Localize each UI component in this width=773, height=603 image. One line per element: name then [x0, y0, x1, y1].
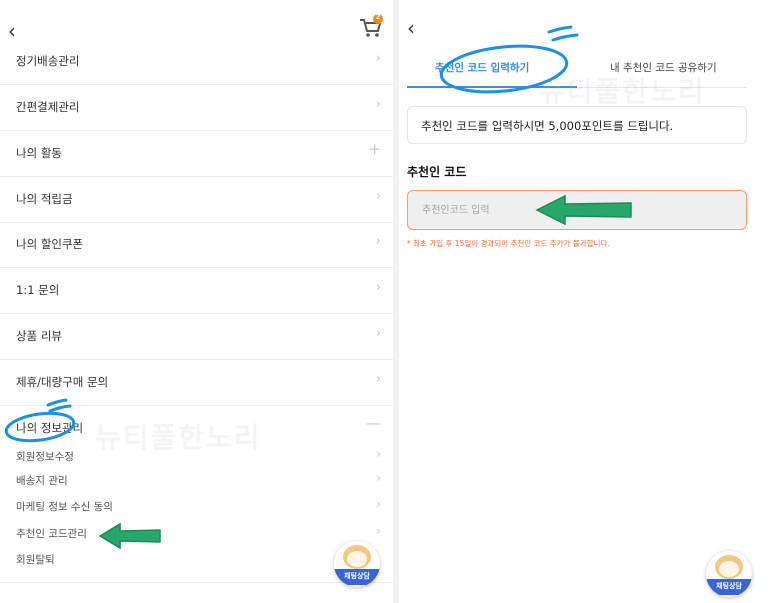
menu-item-inquiry[interactable]: 1:1 문의 ›	[0, 268, 393, 314]
chevron-right-icon: ›	[376, 471, 381, 485]
menu-item-my-points[interactable]: 나의 적립금 ›	[0, 177, 393, 223]
sub-item-label: 회원정보수정	[16, 451, 74, 463]
annotation-circle-icon	[4, 398, 76, 443]
chevron-right-icon: ›	[375, 97, 381, 112]
cart-button[interactable]: 2	[358, 13, 384, 40]
chevron-right-icon: ›	[375, 234, 381, 249]
chat-consult-button[interactable]: 채팅상담	[706, 551, 752, 597]
minus-icon: —	[366, 414, 381, 432]
menu-item-product-review[interactable]: 상품 리뷰 ›	[0, 314, 393, 360]
plus-icon: +	[368, 140, 381, 158]
sub-item-label: 회원탈퇴	[16, 554, 55, 566]
menu-item-label: 간편결제관리	[16, 100, 80, 114]
cart-badge-count: 2	[375, 13, 381, 21]
info-box: 추천인 코드를 입력하시면 5,000포인트를 드립니다.	[407, 106, 747, 144]
annotation-arrow-icon	[98, 522, 161, 550]
menu-item-label: 제휴/대량구매 문의	[16, 375, 109, 389]
chat-label: 채팅상담	[344, 572, 370, 580]
chat-consult-button[interactable]: 채팅상담	[334, 541, 380, 587]
sub-item-referral-code[interactable]: 추천인 코드관리 ›	[0, 522, 393, 546]
menu-item-my-activity[interactable]: 나의 활동 +	[0, 131, 393, 177]
sub-item-shipping-address[interactable]: 배송지 관리 ›	[0, 469, 393, 493]
chat-character-icon	[343, 545, 371, 569]
watermark: 뉴티풀한노리	[95, 421, 262, 454]
chevron-right-icon: ›	[376, 497, 381, 511]
info-text: 추천인 코드를 입력하시면 5,000포인트를 드립니다.	[421, 119, 674, 133]
chat-label: 채팅상담	[716, 582, 742, 590]
menu-item-label: 1:1 문의	[16, 283, 60, 297]
chevron-right-icon: ›	[375, 280, 381, 295]
chevron-right-icon: ›	[375, 372, 381, 387]
my-page-menu-panel: ‹ 2 정기배송관리 › 간편결제관리 › 나의 활동 + 나의 적립금 › 나…	[0, 0, 393, 603]
chat-character-icon	[715, 555, 743, 579]
chevron-right-icon: ›	[376, 524, 381, 538]
menu-item-easy-payment[interactable]: 간편결제관리 ›	[0, 85, 393, 131]
notice-text: * 최초 가입 후 15일이 경과되어 추천인 코드 추가가 불가합니다.	[407, 239, 610, 248]
menu-item-label: 나의 적립금	[16, 192, 73, 206]
sub-item-label: 마케팅 정보 수신 동의	[16, 501, 113, 513]
annotation-arrow-icon	[535, 194, 632, 226]
section-title: 추천인 코드	[407, 165, 467, 179]
referral-code-panel: ‹ 추천인 코드 입력하기 내 추천인 코드 공유하기 뉴티풀한노리 추천인 코…	[399, 0, 773, 603]
sub-item-label: 추천인 코드관리	[16, 528, 87, 540]
menu-item-label: 나의 할인쿠폰	[16, 237, 84, 251]
chevron-right-icon: ›	[375, 326, 381, 341]
chevron-right-icon: ›	[375, 51, 381, 66]
chevron-right-icon: ›	[375, 189, 381, 204]
menu-item-label: 상품 리뷰	[16, 329, 62, 343]
menu-item-my-coupons[interactable]: 나의 할인쿠폰 ›	[0, 222, 393, 268]
sub-item-label: 배송지 관리	[16, 475, 68, 487]
menu-item-subscription[interactable]: 정기배송관리 ›	[0, 39, 393, 85]
menu-item-label: 정기배송관리	[16, 54, 80, 68]
annotation-circle-icon	[439, 25, 579, 94]
menu-item-label: 나의 활동	[16, 146, 62, 160]
chevron-right-icon: ›	[376, 447, 381, 461]
sub-item-marketing-consent[interactable]: 마케팅 정보 수신 동의 ›	[0, 495, 393, 519]
back-arrow-icon[interactable]: ‹	[407, 17, 415, 39]
